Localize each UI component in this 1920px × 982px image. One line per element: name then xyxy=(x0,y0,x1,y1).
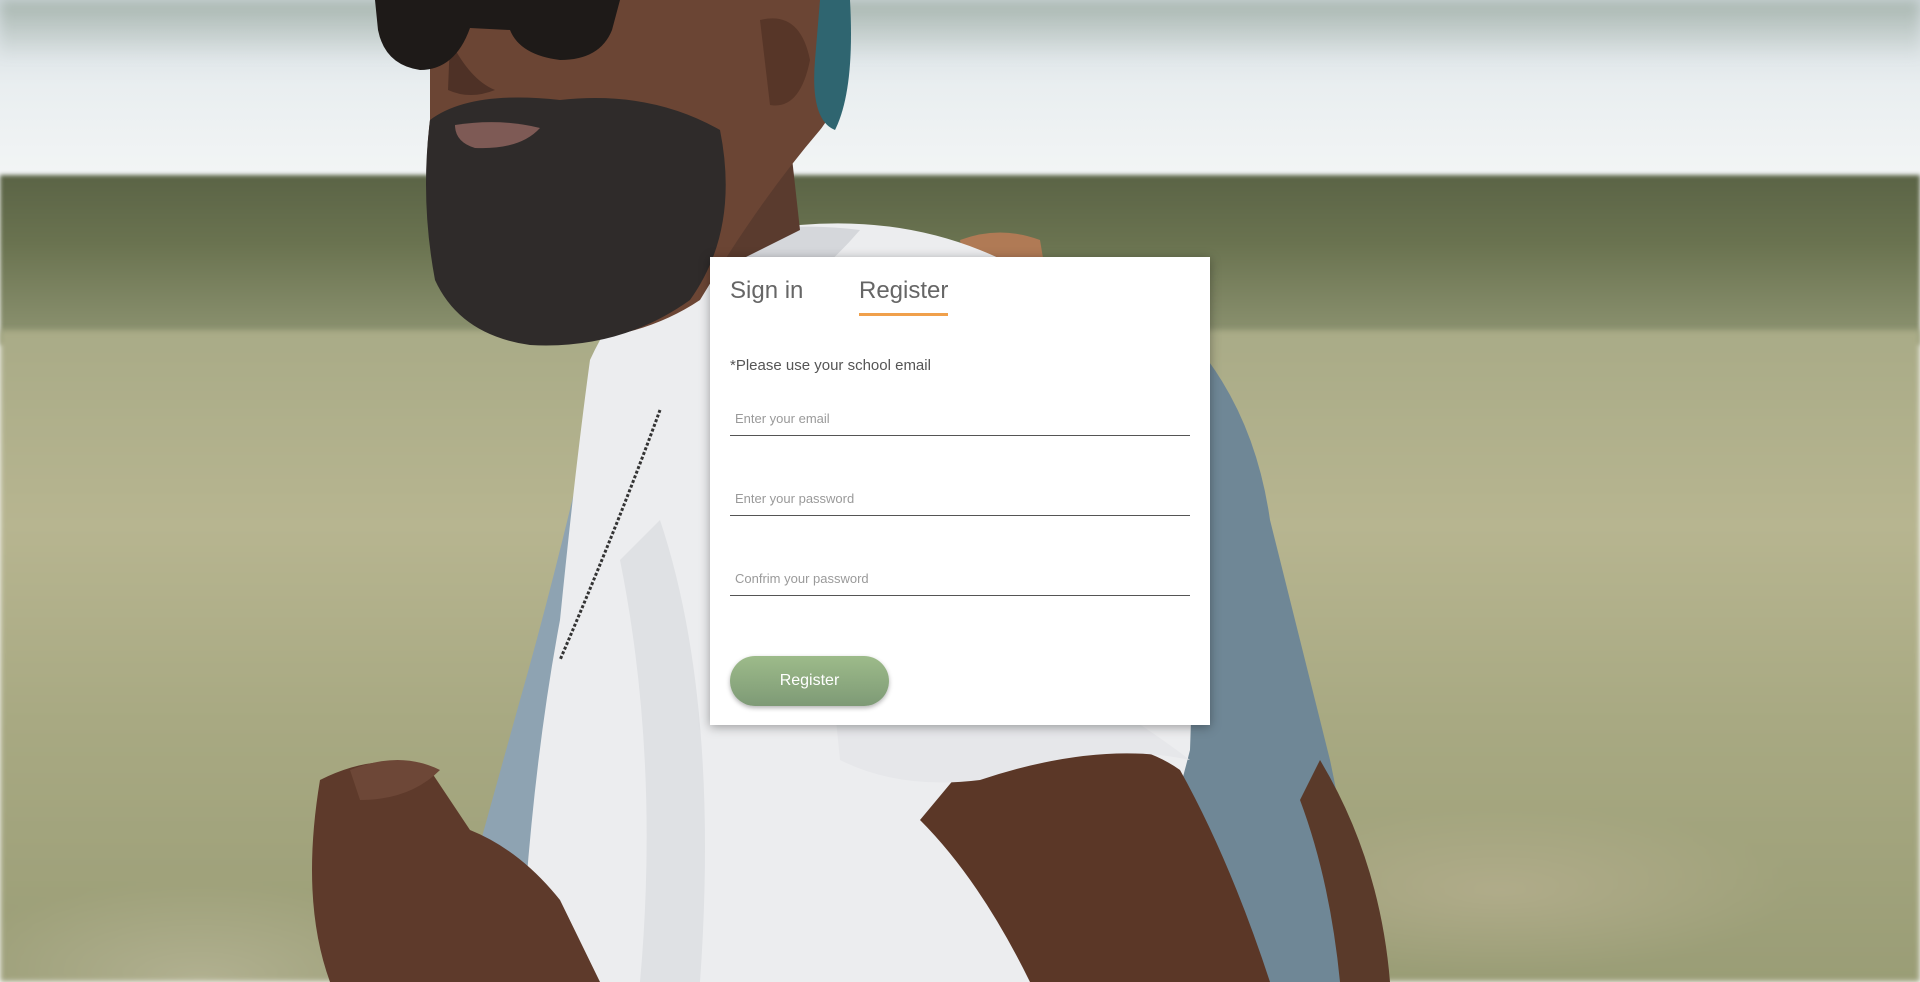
password-input[interactable] xyxy=(730,481,1190,515)
email-field xyxy=(730,401,1190,436)
password-field xyxy=(730,481,1190,516)
confirm-password-field xyxy=(730,561,1190,596)
auth-card: Sign in Register *Please use your school… xyxy=(710,257,1210,725)
email-input[interactable] xyxy=(730,401,1190,435)
school-email-note: *Please use your school email xyxy=(730,357,931,374)
confirm-password-input[interactable] xyxy=(730,561,1190,595)
register-button[interactable]: Register xyxy=(730,656,889,706)
tab-sign-in[interactable]: Sign in xyxy=(730,277,803,313)
tab-register[interactable]: Register xyxy=(859,277,949,316)
